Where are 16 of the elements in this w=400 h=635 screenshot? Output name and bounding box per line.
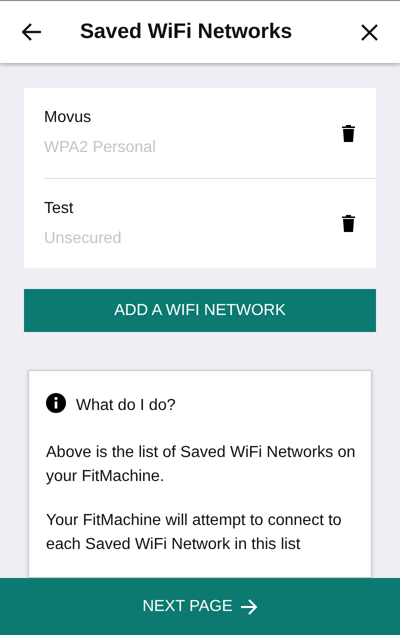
page-title: Saved WiFi Networks [80,20,294,44]
network-security: WPA2 Personal [44,139,157,157]
add-network-button[interactable]: ADD A WIFI NETWORK [24,289,376,332]
info-paragraph: Your FitMachine will attempt to connect to each Saved WiFi Network in this list [46,511,343,555]
info-icon [46,393,66,413]
trash-icon[interactable] [342,215,355,232]
network-name: Movus [44,109,92,127]
close-icon[interactable] [361,24,378,40]
network-name: Test [44,200,74,218]
back-icon[interactable] [22,23,42,41]
trash-icon[interactable] [342,124,355,142]
info-title: What do I do? [76,397,176,415]
info-paragraph: Above is the list of Saved WiFi Networks on your FitMachine. [46,443,356,487]
next-page-button[interactable]: NEXT PAGE [0,578,400,635]
arrow-right-icon [240,598,258,614]
network-security: Unsecured [44,230,122,248]
